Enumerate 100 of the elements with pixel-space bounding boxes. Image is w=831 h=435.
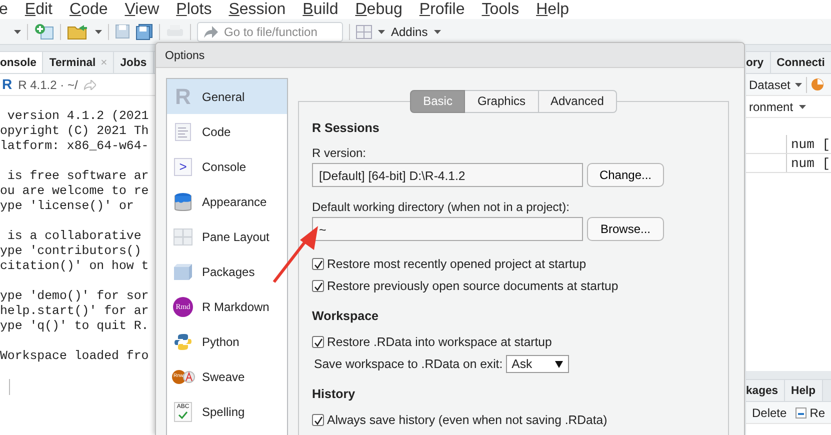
text-cursor [9,379,10,395]
save-all-icon[interactable] [136,24,153,40]
category-label: Sweave [202,368,245,386]
table-cell-text: num [ [790,136,830,153]
pane-tab[interactable]: Terminal × [43,52,114,73]
pane-tab[interactable]: ory [746,52,771,73]
environment-label: ronment [749,98,794,116]
caret-icon [795,82,802,86]
options-tab[interactable]: Graphics [465,90,538,113]
console-line: ype 'contributors() [0,244,142,259]
dropdown-arrow-icon [554,360,563,368]
section-heading: Workspace [312,309,380,324]
field-label: Default working directory (when not in a project): [312,200,570,214]
caret-icon [378,30,385,34]
console-line: ype 'demo()' for sor [0,289,150,304]
python-logo-icon [174,332,192,350]
category-item[interactable]: Appearance [167,184,287,219]
caret-icon [799,104,806,108]
menu-item[interactable]: Profile [419,0,465,19]
r-logo-icon: R [2,74,12,95]
addins-menu[interactable]: Addins [391,22,441,40]
dialog-button[interactable]: Change... [587,163,664,187]
checkbox-label: Restore previously open source documents at startup [327,278,618,295]
pane-layout-icon [173,228,193,246]
arrow-icon [204,26,218,38]
checkbox-label: Restore .RData into workspace at startup [327,334,552,351]
category-item[interactable]: Packages [167,254,287,289]
pane-tab[interactable]: Help [785,380,823,401]
pie-icon[interactable] [811,78,824,91]
toolbar-action[interactable]: Delete [752,404,787,422]
console-line: is free software ar [6,169,150,184]
console-info: R 4.1.2 · ~/ [18,76,78,94]
console-line: ype 'license()' or [0,199,135,214]
console-line: ype 'q()' to quit R. [0,319,150,334]
console-line: latform: x86_64-w64- [0,139,150,154]
text-field[interactable]: [Default] [64-bit] D:\R-4.1.2 [312,163,583,187]
environment-menu[interactable]: ronment [749,98,806,116]
checkbox[interactable] [312,336,324,348]
menu-item[interactable]: Tools [482,0,520,19]
checkbox[interactable] [312,280,324,292]
menu-item[interactable]: Session [228,0,286,19]
console-line: version 4.1.2 (2021 [6,109,150,124]
rename-icon [794,406,807,418]
pane-tab[interactable]: Connecti [770,52,831,73]
dialog-title: Options [156,43,744,68]
category-label: Python [202,334,240,350]
console-line: opyright (C) 2021 Th [0,124,150,139]
new-project-icon[interactable] [34,22,54,40]
category-label: Code [202,124,231,140]
text-field[interactable]: ~ [312,217,583,241]
save-icon[interactable] [115,24,130,39]
checkbox-label: Always save history (even when not saving .RData) [327,412,608,429]
select-dropdown[interactable]: Ask [506,355,569,373]
menu-item[interactable]: Edit [24,0,52,19]
share-arrow-icon[interactable] [84,80,96,90]
section-heading: History [312,387,356,402]
category-label: Appearance [202,194,267,210]
checkbox[interactable] [312,414,324,426]
menu-item[interactable]: Plots [176,0,212,19]
menu-item[interactable]: Debug [355,0,402,19]
pane-tab[interactable]: kages [746,380,786,401]
section-heading: R Sessions [312,121,380,136]
pane-tab[interactable]: onsole [0,52,44,73]
category-item[interactable]: > Console [167,149,287,184]
console-line: is a collaborative [6,229,142,244]
category-item[interactable]: Code [167,114,287,149]
field-label: R version: [312,146,368,160]
console-line: Workspace loaded fro [0,349,150,364]
checkbox[interactable] [312,258,324,270]
goto-field[interactable]: Go to file/function [197,22,343,42]
select-label: Save workspace to .RData on exit: [314,356,503,373]
annotation-arrow [272,226,318,283]
goto-placeholder: Go to file/function [224,24,318,40]
options-tab[interactable]: Advanced [538,90,617,113]
category-label: R Markdown [202,298,270,316]
console-line: help.start()' for ar [0,304,150,319]
menu-item[interactable]: Build [302,0,338,19]
import-label: Dataset [749,76,790,94]
category-item[interactable]: Pane Layout [167,219,287,254]
checkbox-label: Restore most recently opened project at startup [327,256,586,273]
category-label: Console [202,158,246,176]
table-cell-text: num [ [790,155,830,172]
toolbar-action[interactable]: Re [810,404,826,422]
caret-icon [14,30,21,34]
package-box-icon [173,262,193,280]
menu-item[interactable]: e [0,0,8,19]
pane-tab[interactable]: Jobs [114,52,154,73]
grid-icon[interactable] [356,24,372,38]
caret-icon [95,30,102,34]
dialog-button[interactable]: Browse... [587,217,664,241]
console-line: citation()' on how t [0,259,150,274]
menu-item[interactable]: Help [536,0,570,19]
category-item[interactable]: Python [167,324,287,359]
menu-item[interactable]: Code [69,0,108,19]
category-label: Pane Layout [202,228,270,246]
folder-icon[interactable] [67,24,89,40]
menu-item[interactable]: View [124,0,160,19]
category-label: General [202,88,245,106]
document-icon [175,122,191,140]
category-label: Spelling [202,404,245,420]
